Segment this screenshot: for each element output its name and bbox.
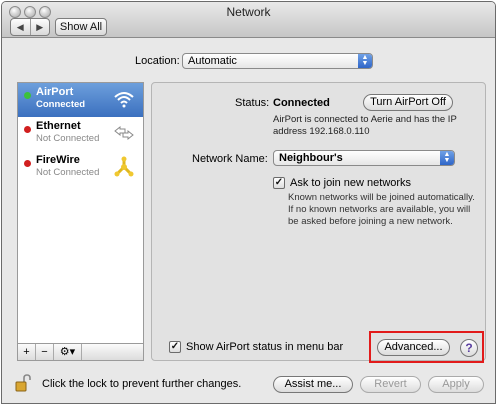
- network-preferences-window: Network ◀ ▶ Show All Location: Automatic…: [1, 1, 496, 404]
- back-forward-group: ◀ ▶: [10, 18, 50, 36]
- ask-join-description-line-2: If no known networks are available, you …: [288, 204, 471, 215]
- service-item-airport[interactable]: AirPort Connected: [18, 83, 143, 117]
- status-value: Connected: [273, 97, 330, 109]
- network-name-value: Neighbour's: [279, 152, 343, 164]
- window-title: Network: [226, 5, 271, 19]
- firewire-icon: [114, 156, 134, 177]
- show-menu-bar-status-label: Show AirPort status in menu bar: [186, 341, 344, 353]
- ethernet-arrows-icon: [114, 125, 134, 141]
- network-name-popup[interactable]: Neighbour's ▲ ▼: [273, 150, 455, 166]
- turn-airport-off-button[interactable]: Turn AirPort Off: [363, 94, 453, 111]
- service-item-ethernet[interactable]: Ethernet Not Connected: [18, 117, 143, 151]
- service-name: Ethernet: [36, 120, 81, 132]
- action-gear-button[interactable]: ⚙▾: [54, 344, 82, 360]
- ask-join-description-line-1: Known networks will be joined automatica…: [288, 192, 475, 203]
- popup-arrows-icon: ▲ ▼: [440, 151, 454, 165]
- revert-button[interactable]: Revert: [360, 376, 421, 393]
- show-all-button[interactable]: Show All: [55, 18, 107, 36]
- status-description-line-2: address 192.168.0.110: [273, 126, 370, 137]
- status-dot: [24, 160, 31, 167]
- forward-button[interactable]: ▶: [29, 19, 50, 35]
- lock-icon[interactable]: [15, 374, 31, 392]
- popup-arrows-icon: ▲ ▼: [358, 54, 372, 68]
- ask-join-checkbox[interactable]: ✓: [273, 177, 285, 189]
- status-dot: [24, 92, 31, 99]
- service-status: Not Connected: [36, 133, 100, 144]
- ask-join-description-line-3: be asked before joining a new network.: [288, 216, 453, 227]
- back-button[interactable]: ◀: [11, 19, 30, 35]
- service-detail-pane: Status: Connected Turn AirPort Off AirPo…: [151, 82, 486, 361]
- apply-button[interactable]: Apply: [428, 376, 484, 393]
- ask-join-label: Ask to join new networks: [290, 177, 412, 189]
- status-description-line-1: AirPort is connected to Aerie and has th…: [273, 114, 457, 125]
- advanced-button-highlight: [369, 331, 484, 363]
- assist-me-button[interactable]: Assist me...: [273, 376, 353, 393]
- service-item-firewire[interactable]: FireWire Not Connected: [18, 151, 143, 185]
- service-name: AirPort: [36, 86, 74, 98]
- show-menu-bar-status-checkbox[interactable]: ✓: [169, 341, 181, 353]
- add-service-button[interactable]: +: [18, 344, 36, 360]
- status-dot: [24, 126, 31, 133]
- remove-service-button[interactable]: −: [36, 344, 54, 360]
- window-toolbar: Network ◀ ▶ Show All: [2, 2, 495, 38]
- service-name: FireWire: [36, 154, 80, 166]
- location-label: Location:: [135, 55, 180, 67]
- service-status: Not Connected: [36, 167, 100, 178]
- network-name-label: Network Name:: [192, 153, 268, 165]
- status-label: Status:: [235, 97, 270, 109]
- location-popup[interactable]: Automatic ▲ ▼: [182, 53, 373, 69]
- service-list-toolbar: + − ⚙▾: [17, 344, 144, 361]
- lock-message: Click the lock to prevent further change…: [42, 378, 242, 390]
- location-value: Automatic: [188, 55, 237, 67]
- service-list: AirPort Connected Ethernet Not Connected…: [17, 82, 144, 344]
- service-status: Connected: [36, 99, 86, 110]
- wifi-icon: [114, 92, 134, 108]
